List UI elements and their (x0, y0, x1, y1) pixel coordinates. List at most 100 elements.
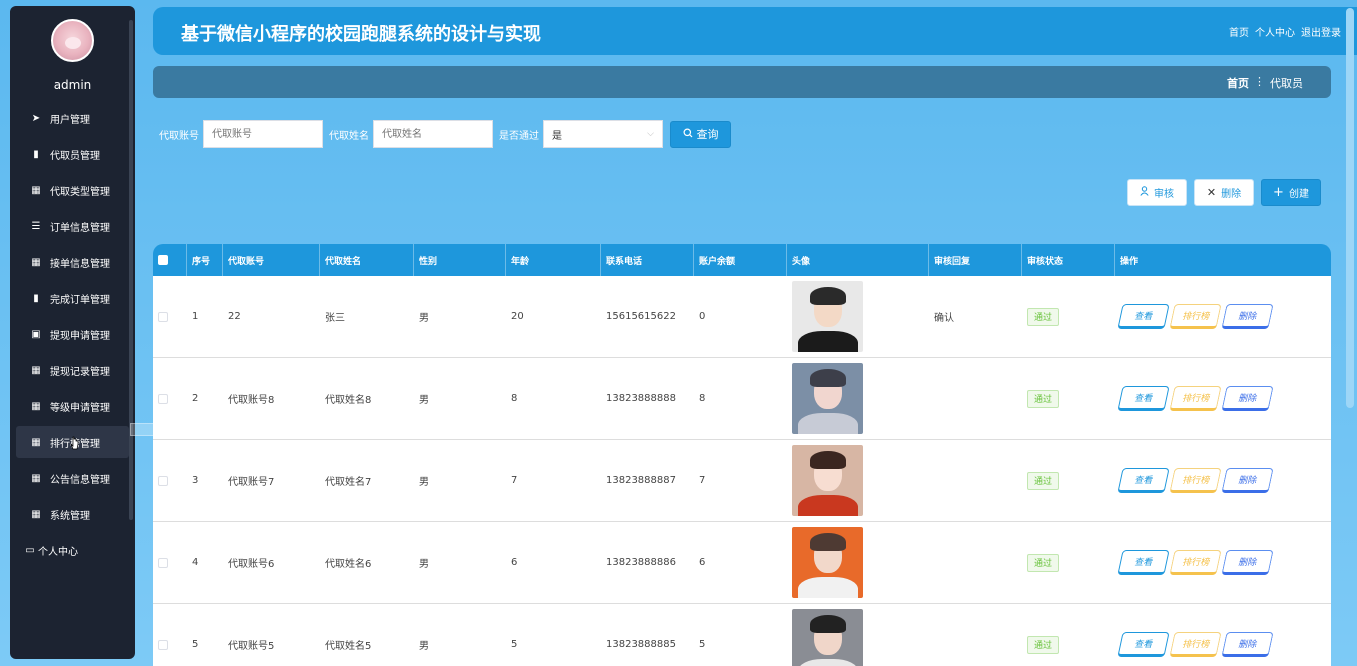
table-cell: 张三 (320, 276, 414, 358)
table-cell: 男 (414, 522, 506, 604)
cell-name: 代取姓名6 (325, 559, 372, 570)
view-button[interactable]: 查看 (1117, 550, 1170, 575)
courier-table: 序号 代取账号 代取姓名 性别 年龄 联系电话 账户余额 头像 审核回复 审核状… (153, 244, 1331, 666)
cell-name: 张三 (325, 313, 345, 324)
sidebar-item-label: 提现申请管理 (50, 330, 110, 342)
search-form: 代取账号 代取姓名 是否通过 是 ⌵ 查询 (159, 120, 731, 148)
search-icon (683, 128, 693, 141)
table-cell: 6 (506, 522, 601, 604)
sidebar-item-label: 等级申请管理 (50, 402, 110, 414)
table-cell: 男 (414, 440, 506, 522)
header-avatar: 头像 (787, 244, 929, 276)
page-scrollbar[interactable] (1346, 8, 1354, 408)
leaderboard-button[interactable]: 排行榜 (1169, 304, 1222, 329)
table-cell: 通过 (1022, 440, 1115, 522)
name-search-input[interactable] (373, 120, 493, 148)
sidebar-item-system-management[interactable]: ▦ 系统管理 (16, 498, 129, 530)
breadcrumb-home[interactable]: 首页 (1227, 75, 1249, 91)
leaderboard-button-label: 排行榜 (1182, 558, 1210, 568)
close-icon: ✕ (1206, 186, 1217, 199)
leaderboard-button[interactable]: 排行榜 (1169, 550, 1222, 575)
select-all-checkbox[interactable] (158, 255, 168, 265)
cell-phone: 13823888888 (606, 393, 676, 404)
sidebar-item-level-request-management[interactable]: ▦ 等级申请管理 (16, 390, 129, 422)
query-button-label: 查询 (696, 128, 719, 141)
top-header: 基于微信小程序的校园跑腿系统的设计与实现 首页 个人中心 退出登录 (153, 7, 1357, 55)
table-cell: 代取账号8 (223, 358, 320, 440)
sidebar-item-accept-info-management[interactable]: ▦ 接单信息管理 (16, 246, 129, 278)
cell-balance: 0 (699, 311, 706, 322)
table-cell: 8 (506, 358, 601, 440)
table-cell: 查看 排行榜 删除 (1115, 276, 1331, 358)
create-button[interactable]: + 创建 (1261, 179, 1321, 206)
cell-age: 7 (511, 475, 518, 486)
header-phone: 联系电话 (601, 244, 694, 276)
table-row: 2 代取账号8 代取姓名8 男 8 13823888888 8 通过 查看 排行榜 删除 (153, 358, 1331, 440)
leaderboard-button[interactable]: 排行榜 (1169, 386, 1222, 411)
table-cell: 20 (506, 276, 601, 358)
avatar-body-shape (798, 331, 858, 352)
sidebar-item-courier-management[interactable]: ▮ 代取员管理 (16, 138, 129, 170)
row-delete-button[interactable]: 删除 (1221, 632, 1274, 657)
row-checkbox[interactable] (158, 393, 168, 404)
view-button[interactable]: 查看 (1117, 386, 1170, 411)
admin-username: admin (53, 78, 92, 92)
sidebar-item-personal-center[interactable]: ▭ 个人中心 (16, 534, 129, 566)
view-button[interactable]: 查看 (1117, 468, 1170, 493)
row-checkbox[interactable] (158, 311, 168, 322)
name-label: 代取姓名 (329, 130, 369, 142)
table-cell: 4 (187, 522, 223, 604)
sidebar-item-withdraw-request-management[interactable]: ▣ 提现申请管理 (16, 318, 129, 350)
breadcrumb: 首页 ⋮ 代取员 (153, 66, 1331, 98)
table-cell: 13823888885 (601, 604, 694, 666)
account-search-input[interactable] (203, 120, 323, 148)
passed-select[interactable]: 是 ⌵ (543, 120, 663, 148)
cell-name: 代取姓名5 (325, 641, 372, 652)
table-cell: 7 (694, 440, 787, 522)
avatar[interactable] (51, 19, 94, 62)
table-cell: 代取姓名7 (320, 440, 414, 522)
row-delete-button-label: 删除 (1238, 640, 1257, 650)
header-link-personal-center[interactable]: 个人中心 (1255, 24, 1295, 39)
audit-button[interactable]: 审核 (1127, 179, 1187, 206)
view-button-label: 查看 (1134, 476, 1153, 486)
sidebar-scrollbar[interactable] (129, 20, 133, 520)
table-cell: 确认 (929, 276, 1022, 358)
grid-icon: ▦ (31, 400, 41, 412)
sidebar-item-pickup-type-management[interactable]: ▦ 代取类型管理 (16, 174, 129, 206)
sidebar-item-order-info-management[interactable]: ☰ 订单信息管理 (16, 210, 129, 242)
row-checkbox[interactable] (158, 639, 168, 650)
sidebar-item-notice-management[interactable]: ▦ 公告信息管理 (16, 462, 129, 494)
header-age: 年龄 (506, 244, 601, 276)
cell-index: 3 (192, 475, 199, 486)
row-checkbox[interactable] (158, 475, 168, 486)
row-operations: 查看 排行榜 删除 (1117, 550, 1274, 575)
table-cell: 男 (414, 604, 506, 666)
sidebar-menu: ➤ 用户管理 ▮ 代取员管理 ▦ 代取类型管理 ☰ 订单信息管理 ▦ 接单信息管理 ▮ 完成… (16, 102, 129, 570)
avatar-body-shape (798, 659, 858, 666)
header-link-home[interactable]: 首页 (1229, 24, 1249, 39)
view-button[interactable]: 查看 (1117, 632, 1170, 657)
row-delete-button[interactable]: 删除 (1221, 550, 1274, 575)
row-delete-button[interactable]: 删除 (1221, 386, 1274, 411)
sidebar-item-withdraw-record-management[interactable]: ▦ 提现记录管理 (16, 354, 129, 386)
sidebar-item-completed-order-management[interactable]: ▮ 完成订单管理 (16, 282, 129, 314)
table-body: 1 22 张三男 20 15615615622 0 确认 通过 查看 排行榜 删除 2 代取账… (153, 276, 1331, 666)
table-cell (929, 522, 1022, 604)
row-delete-button[interactable]: 删除 (1221, 468, 1274, 493)
leaderboard-button[interactable]: 排行榜 (1169, 632, 1222, 657)
leaderboard-button[interactable]: 排行榜 (1169, 468, 1222, 493)
row-delete-button[interactable]: 删除 (1221, 304, 1274, 329)
row-delete-button-label: 删除 (1238, 476, 1257, 486)
header-account: 代取账号 (223, 244, 320, 276)
sidebar-item-label: 订单信息管理 (50, 222, 110, 234)
row-checkbox[interactable] (158, 557, 168, 568)
cell-phone: 13823888885 (606, 639, 676, 650)
sidebar-item-user-management[interactable]: ➤ 用户管理 (16, 102, 129, 134)
query-button[interactable]: 查询 (670, 120, 731, 148)
create-button-label: 创建 (1288, 189, 1309, 200)
delete-button[interactable]: ✕ 删除 (1194, 179, 1254, 206)
view-button[interactable]: 查看 (1117, 304, 1170, 329)
header-link-logout[interactable]: 退出登录 (1301, 24, 1341, 39)
cell-index: 4 (192, 557, 199, 568)
